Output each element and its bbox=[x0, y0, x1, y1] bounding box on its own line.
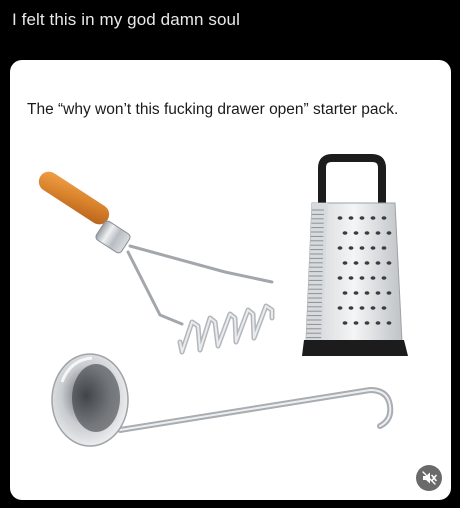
volume-muted-icon bbox=[422, 471, 437, 485]
meme-image[interactable]: The “why won’t this fucking drawer open”… bbox=[10, 60, 451, 500]
post-caption: I felt this in my god damn soul bbox=[12, 10, 240, 29]
mute-button[interactable] bbox=[416, 465, 442, 491]
box-grater-icon bbox=[302, 154, 408, 356]
potato-masher-icon bbox=[38, 171, 275, 355]
meme-illustration bbox=[38, 154, 408, 447]
ladle-icon bbox=[51, 353, 394, 447]
